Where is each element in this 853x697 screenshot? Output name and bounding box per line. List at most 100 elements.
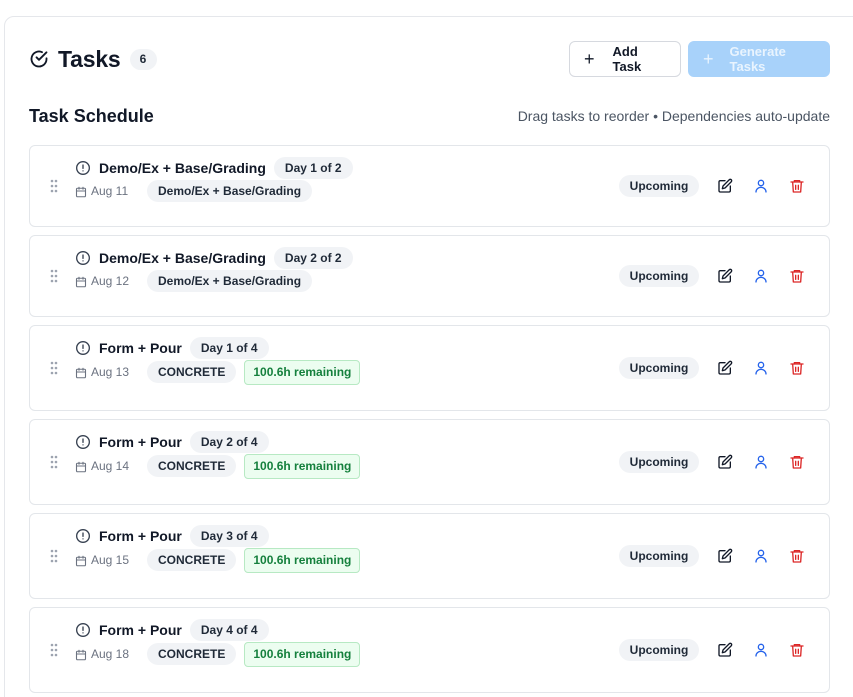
task-title-line: Form + Pour Day 2 of 4 bbox=[75, 431, 269, 453]
drag-handle-icon[interactable] bbox=[50, 361, 58, 375]
task-meta-line: Aug 11 Demo/Ex + Base/Grading bbox=[75, 180, 313, 202]
task-name: Form + Pour bbox=[99, 622, 182, 638]
alert-circle-icon bbox=[75, 528, 91, 544]
calendar-icon bbox=[75, 275, 87, 288]
trade-badge: Demo/Ex + Base/Grading bbox=[147, 180, 313, 202]
edit-icon[interactable] bbox=[716, 547, 734, 565]
calendar-icon bbox=[75, 366, 87, 379]
task-date: Aug 15 bbox=[91, 553, 130, 567]
alert-circle-icon bbox=[75, 434, 91, 450]
task-name: Demo/Ex + Base/Grading bbox=[99, 160, 266, 176]
task-date: Aug 14 bbox=[91, 459, 130, 473]
status-badge: Upcoming bbox=[619, 175, 699, 197]
task-title-line: Demo/Ex + Base/Grading Day 1 of 2 bbox=[75, 157, 353, 179]
title-group: Tasks 6 bbox=[29, 41, 157, 77]
delete-icon[interactable] bbox=[788, 453, 806, 471]
calendar-icon bbox=[75, 648, 87, 661]
task-name: Form + Pour bbox=[99, 340, 182, 356]
edit-icon[interactable] bbox=[716, 453, 734, 471]
trade-badge: CONCRETE bbox=[147, 361, 237, 383]
task-date: Aug 13 bbox=[91, 365, 130, 379]
edit-icon[interactable] bbox=[716, 177, 734, 195]
assign-user-icon[interactable] bbox=[752, 267, 770, 285]
calendar-icon bbox=[75, 554, 87, 567]
drag-handle-icon[interactable] bbox=[50, 179, 58, 193]
trade-badge: CONCRETE bbox=[147, 643, 237, 665]
trade-badge: CONCRETE bbox=[147, 455, 237, 477]
calendar-icon bbox=[75, 185, 87, 198]
day-badge: Day 2 of 4 bbox=[189, 431, 269, 453]
delete-icon[interactable] bbox=[788, 641, 806, 659]
drag-handle-icon[interactable] bbox=[50, 455, 58, 469]
status-badge: Upcoming bbox=[619, 639, 699, 661]
delete-icon[interactable] bbox=[788, 359, 806, 377]
assign-user-icon[interactable] bbox=[752, 453, 770, 471]
trade-badge: Demo/Ex + Base/Grading bbox=[147, 270, 313, 292]
trade-badge: CONCRETE bbox=[147, 549, 237, 571]
edit-icon[interactable] bbox=[716, 359, 734, 377]
assign-user-icon[interactable] bbox=[752, 547, 770, 565]
status-badge: Upcoming bbox=[619, 265, 699, 287]
plus-icon: + bbox=[584, 49, 595, 69]
status-badge: Upcoming bbox=[619, 545, 699, 567]
drag-handle-icon[interactable] bbox=[50, 643, 58, 657]
task-title-line: Form + Pour Day 4 of 4 bbox=[75, 619, 269, 641]
assign-user-icon[interactable] bbox=[752, 359, 770, 377]
page-title: Tasks bbox=[58, 45, 121, 72]
task-row[interactable]: Demo/Ex + Base/Grading Day 2 of 2 Aug 12… bbox=[29, 235, 830, 317]
alert-circle-icon bbox=[75, 250, 91, 266]
edit-icon[interactable] bbox=[716, 641, 734, 659]
remaining-hours-badge: 100.6h remaining bbox=[244, 547, 361, 573]
task-title-line: Form + Pour Day 3 of 4 bbox=[75, 525, 269, 547]
drag-handle-icon[interactable] bbox=[50, 549, 58, 563]
alert-circle-icon bbox=[75, 340, 91, 356]
task-row[interactable]: Form + Pour Day 1 of 4 Aug 13 CONCRETE 1… bbox=[29, 325, 830, 411]
alert-circle-icon bbox=[75, 160, 91, 176]
delete-icon[interactable] bbox=[788, 547, 806, 565]
status-badge: Upcoming bbox=[619, 451, 699, 473]
task-meta-line: Aug 13 CONCRETE 100.6h remaining bbox=[75, 359, 361, 385]
task-meta-line: Aug 12 Demo/Ex + Base/Grading bbox=[75, 270, 313, 292]
add-task-button[interactable]: + Add Task bbox=[569, 41, 681, 77]
remaining-hours-badge: 100.6h remaining bbox=[244, 453, 361, 479]
day-badge: Day 1 of 2 bbox=[273, 157, 353, 179]
task-row[interactable]: Form + Pour Day 2 of 4 Aug 14 CONCRETE 1… bbox=[29, 419, 830, 505]
assign-user-icon[interactable] bbox=[752, 177, 770, 195]
task-meta-line: Aug 14 CONCRETE 100.6h remaining bbox=[75, 453, 361, 479]
status-badge: Upcoming bbox=[619, 357, 699, 379]
task-name: Form + Pour bbox=[99, 434, 182, 450]
day-badge: Day 4 of 4 bbox=[189, 619, 269, 641]
schedule-header: Task Schedule Drag tasks to reorder • De… bbox=[29, 104, 830, 128]
task-row[interactable]: Demo/Ex + Base/Grading Day 1 of 2 Aug 11… bbox=[29, 145, 830, 227]
generate-tasks-button[interactable]: + Generate Tasks bbox=[688, 41, 830, 77]
generate-tasks-label: Generate Tasks bbox=[729, 44, 786, 74]
task-row[interactable]: Form + Pour Day 4 of 4 Aug 18 CONCRETE 1… bbox=[29, 607, 830, 693]
edit-icon[interactable] bbox=[716, 267, 734, 285]
assign-user-icon[interactable] bbox=[752, 641, 770, 659]
task-date: Aug 18 bbox=[91, 647, 130, 661]
add-task-label: Add Task bbox=[612, 44, 642, 74]
task-title-line: Demo/Ex + Base/Grading Day 2 of 2 bbox=[75, 247, 353, 269]
drag-handle-icon[interactable] bbox=[50, 269, 58, 283]
day-badge: Day 3 of 4 bbox=[189, 525, 269, 547]
remaining-hours-badge: 100.6h remaining bbox=[244, 359, 361, 385]
task-name: Demo/Ex + Base/Grading bbox=[99, 250, 266, 266]
delete-icon[interactable] bbox=[788, 177, 806, 195]
delete-icon[interactable] bbox=[788, 267, 806, 285]
task-count-badge: 6 bbox=[129, 48, 157, 70]
task-meta-line: Aug 18 CONCRETE 100.6h remaining bbox=[75, 641, 361, 667]
schedule-hint: Drag tasks to reorder • Dependencies aut… bbox=[517, 108, 830, 124]
task-date: Aug 11 bbox=[91, 184, 129, 198]
alert-circle-icon bbox=[75, 622, 91, 638]
remaining-hours-badge: 100.6h remaining bbox=[244, 641, 361, 667]
task-title-line: Form + Pour Day 1 of 4 bbox=[75, 337, 269, 359]
tasks-header: Tasks 6 + Add Task + Generate Tasks bbox=[29, 41, 830, 77]
schedule-title: Task Schedule bbox=[29, 106, 154, 126]
calendar-icon bbox=[75, 460, 87, 473]
check-circle-icon bbox=[29, 49, 49, 69]
day-badge: Day 1 of 4 bbox=[189, 337, 269, 359]
day-badge: Day 2 of 2 bbox=[273, 247, 353, 269]
plus-icon: + bbox=[703, 49, 714, 69]
task-name: Form + Pour bbox=[99, 528, 182, 544]
task-row[interactable]: Form + Pour Day 3 of 4 Aug 15 CONCRETE 1… bbox=[29, 513, 830, 599]
